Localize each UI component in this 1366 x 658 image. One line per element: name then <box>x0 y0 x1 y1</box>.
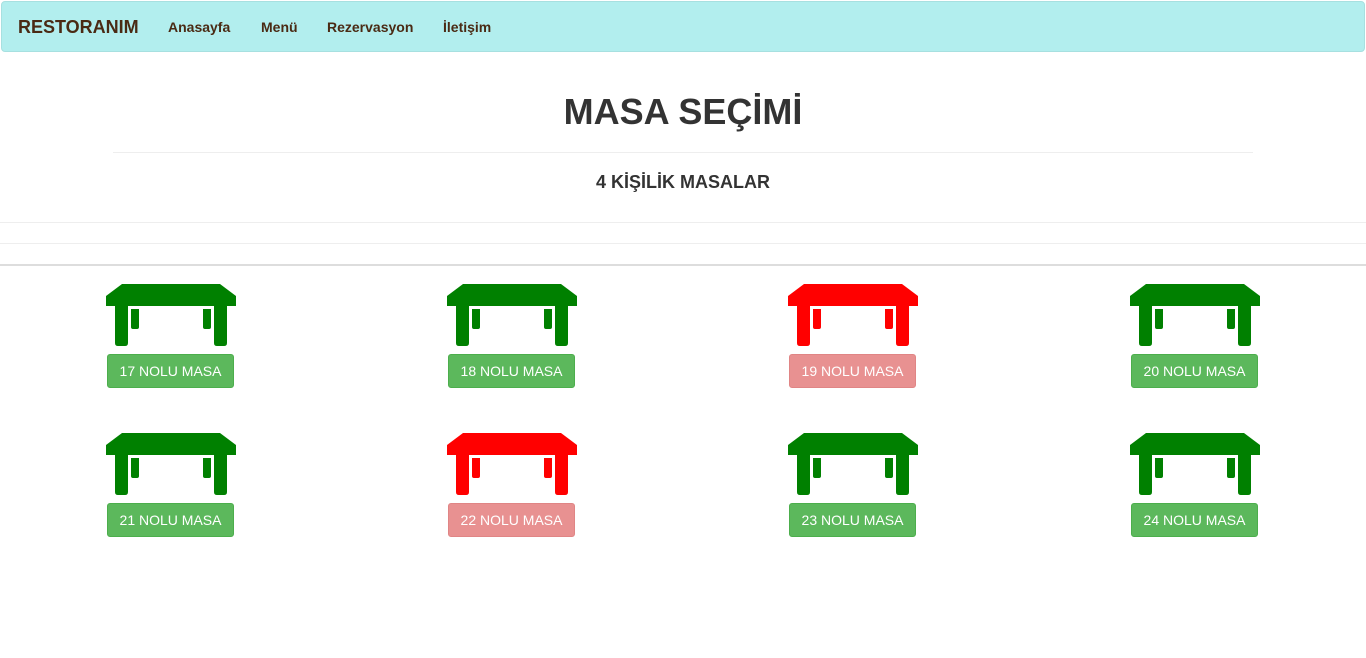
table-icon <box>106 433 236 495</box>
table-icon <box>1130 284 1260 346</box>
table-icon <box>447 433 577 495</box>
table-button-24[interactable]: 24 NOLU MASA <box>1131 503 1258 537</box>
table-icon <box>447 284 577 346</box>
table-button-22[interactable]: 22 NOLU MASA <box>448 503 575 537</box>
nav-link-reservation[interactable]: Rezervasyon <box>327 2 413 53</box>
table-button-18[interactable]: 18 NOLU MASA <box>448 354 575 388</box>
table-icon-shape <box>788 284 918 346</box>
nav-link-menu[interactable]: Menü <box>261 2 298 53</box>
navbar: RESTORANIM Anasayfa Menü Rezervasyon İle… <box>1 1 1365 52</box>
nav-link-home[interactable]: Anasayfa <box>168 2 230 53</box>
nav-link-contact[interactable]: İletişim <box>443 2 491 53</box>
table-icon <box>788 433 918 495</box>
title-divider <box>113 152 1253 153</box>
table-button-20[interactable]: 20 NOLU MASA <box>1131 354 1258 388</box>
brand-link[interactable]: RESTORANIM <box>18 2 139 53</box>
table-icon-shape <box>106 284 236 346</box>
table-icon-shape <box>1130 284 1260 346</box>
table-button-21[interactable]: 21 NOLU MASA <box>107 503 234 537</box>
table-button-23[interactable]: 23 NOLU MASA <box>789 503 916 537</box>
divider <box>0 243 1366 244</box>
divider <box>0 264 1366 266</box>
section-subtitle: 4 KİŞİLİK MASALAR <box>595 172 770 192</box>
table-icon-shape <box>106 433 236 495</box>
table-icon <box>788 284 918 346</box>
table-icon-shape <box>1130 433 1260 495</box>
divider <box>0 222 1366 223</box>
page-title: MASA SEÇİMİ <box>563 91 803 132</box>
table-button-19[interactable]: 19 NOLU MASA <box>789 354 916 388</box>
table-button-17[interactable]: 17 NOLU MASA <box>107 354 234 388</box>
table-icon-shape <box>788 433 918 495</box>
table-icon-shape <box>447 284 577 346</box>
table-icon <box>1130 433 1260 495</box>
table-icon <box>106 284 236 346</box>
table-icon-shape <box>447 433 577 495</box>
